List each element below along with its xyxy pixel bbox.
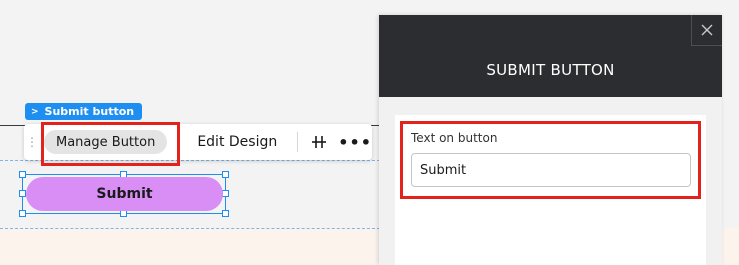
highlight-text-field [400, 121, 701, 199]
chevron-right-icon: > [31, 106, 39, 117]
panel-header: SUBMIT BUTTON [379, 15, 722, 97]
resize-handle-bottom-middle[interactable] [120, 210, 127, 217]
panel-title: SUBMIT BUTTON [486, 61, 615, 79]
drag-handle-icon[interactable]: ⋮ [24, 136, 40, 148]
resize-handle-bottom-left[interactable] [19, 210, 26, 217]
more-horizontal-icon[interactable]: ••• [338, 133, 372, 152]
resize-handle-top-right[interactable] [222, 171, 229, 178]
resize-handle-top-left[interactable] [19, 171, 26, 178]
resize-handle-middle-right[interactable] [222, 190, 229, 197]
section-guide-bottom [0, 228, 380, 229]
edit-design-button[interactable]: Edit Design [197, 134, 277, 150]
toolbar-divider [297, 132, 299, 152]
stretch-icon[interactable] [310, 133, 328, 151]
selection-tag-label: Submit button [44, 105, 135, 118]
submit-button[interactable]: Submit [26, 177, 223, 211]
close-icon[interactable] [691, 15, 722, 46]
highlight-manage-button [41, 122, 180, 166]
resize-handle-bottom-right[interactable] [222, 210, 229, 217]
resize-handle-middle-left[interactable] [19, 190, 26, 197]
selection-tag[interactable]: > Submit button [25, 103, 143, 120]
